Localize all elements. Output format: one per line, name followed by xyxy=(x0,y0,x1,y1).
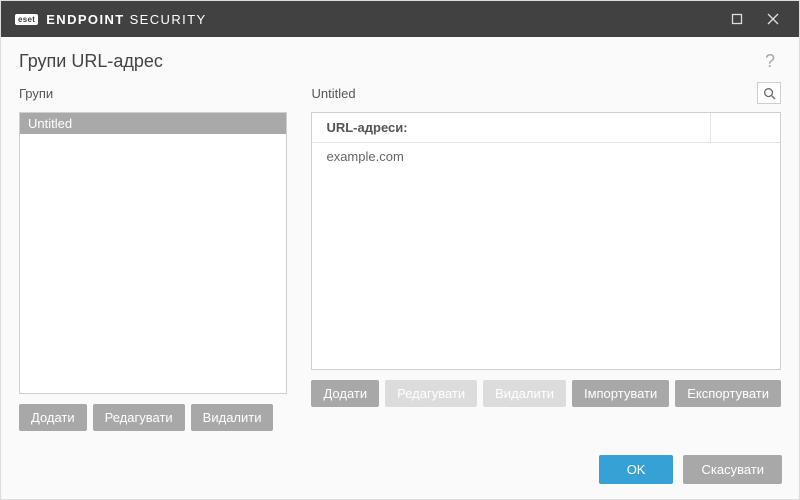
urls-button-row: Додати Редагувати Видалити Імпортувати Е… xyxy=(311,380,781,407)
urls-header-spare xyxy=(710,113,780,142)
brand-badge: eset xyxy=(15,14,38,25)
footer: OK Скасувати xyxy=(0,441,800,500)
urls-header-label: URL-адреси: xyxy=(326,120,710,135)
edit-group-button[interactable]: Редагувати xyxy=(93,404,185,431)
titlebar: eset ENDPOINT SECURITY xyxy=(1,1,799,37)
urls-table-header: URL-адреси: xyxy=(312,113,780,143)
maximize-icon xyxy=(731,13,743,25)
export-button[interactable]: Експортувати xyxy=(675,380,781,407)
cancel-button[interactable]: Скасувати xyxy=(683,455,782,484)
brand-text: ENDPOINT SECURITY xyxy=(46,12,206,27)
search-button[interactable] xyxy=(757,82,781,104)
content: Групи Untitled Додати Редагувати Видалит… xyxy=(1,78,799,431)
groups-column: Групи Untitled Додати Редагувати Видалит… xyxy=(19,86,287,431)
brand-rest: SECURITY xyxy=(125,12,207,27)
groups-label: Групи xyxy=(19,86,287,104)
close-icon xyxy=(767,13,779,25)
add-group-button[interactable]: Додати xyxy=(19,404,87,431)
close-button[interactable] xyxy=(755,1,791,37)
urls-label: Untitled xyxy=(311,86,757,104)
edit-url-button: Редагувати xyxy=(385,380,477,407)
search-icon xyxy=(763,87,776,100)
groups-button-row: Додати Редагувати Видалити xyxy=(19,404,287,431)
brand-bold: ENDPOINT xyxy=(46,12,124,27)
maximize-button[interactable] xyxy=(719,1,755,37)
list-item[interactable]: Untitled xyxy=(20,113,286,134)
groups-listbox[interactable]: Untitled xyxy=(19,112,287,394)
table-row[interactable]: example.com xyxy=(312,143,780,170)
urls-column: Untitled URL-адреси: example.com Додати … xyxy=(311,86,781,431)
page-title: Групи URL-адрес xyxy=(19,51,163,72)
ok-button[interactable]: OK xyxy=(599,455,674,484)
delete-url-button: Видалити xyxy=(483,380,566,407)
add-url-button[interactable]: Додати xyxy=(311,380,379,407)
header-row: Групи URL-адрес ? xyxy=(1,37,799,78)
urls-table[interactable]: URL-адреси: example.com xyxy=(311,112,781,370)
help-icon[interactable]: ? xyxy=(759,51,781,72)
import-button[interactable]: Імпортувати xyxy=(572,380,669,407)
delete-group-button[interactable]: Видалити xyxy=(191,404,274,431)
